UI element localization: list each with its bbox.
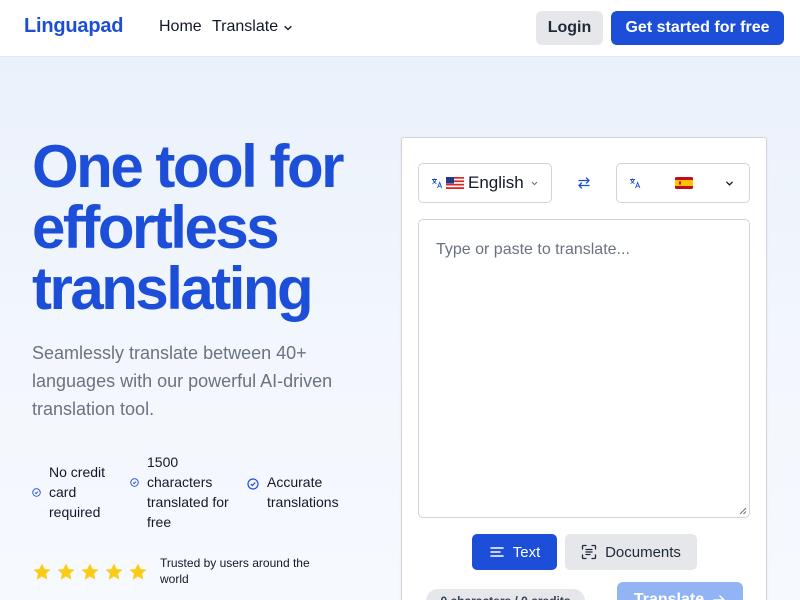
hero-title: One tool for effortless translating <box>32 133 344 322</box>
top-nav-bar: Linguapad Home Translate Login Get start… <box>0 0 800 57</box>
star-icon <box>33 563 51 580</box>
source-language-label: English <box>468 173 524 192</box>
logo[interactable]: Linguapad <box>24 15 124 38</box>
nav-translate-label: Translate <box>212 18 279 35</box>
spain-flag-icon <box>675 177 693 189</box>
trusted-text: Trusted by users around the world <box>160 556 310 586</box>
documents-mode-label: Documents <box>605 543 681 561</box>
target-language-select[interactable] <box>616 163 750 203</box>
star-icon <box>57 563 75 580</box>
translate-icon <box>630 178 641 189</box>
text-mode-button[interactable]: Text <box>472 534 557 570</box>
chevron-down-icon <box>284 25 292 31</box>
arrow-right-icon <box>713 595 725 600</box>
feature-free-characters: 1500 characters translated for free <box>130 452 230 532</box>
source-text-input[interactable] <box>418 219 750 518</box>
chevron-down-icon <box>726 181 733 186</box>
text-mode-label: Text <box>512 543 541 561</box>
login-button[interactable]: Login <box>536 11 603 45</box>
feature-text: Accurate translations <box>267 474 339 510</box>
us-flag-icon <box>446 177 464 189</box>
documents-mode-button[interactable]: Documents <box>565 534 697 570</box>
source-language-select[interactable]: English <box>418 163 552 203</box>
feature-text: No credit card required <box>49 464 106 520</box>
star-icon <box>129 563 147 580</box>
feature-text: 1500 characters translated for free <box>147 454 229 530</box>
check-circle-icon <box>130 478 139 487</box>
check-circle-icon <box>247 478 259 490</box>
nav-home-link[interactable]: Home <box>159 18 202 36</box>
rating-stars <box>32 562 148 582</box>
star-icon <box>81 563 99 580</box>
check-circle-icon <box>32 488 41 497</box>
translate-icon <box>432 178 443 189</box>
chevron-down-icon <box>531 181 538 185</box>
get-started-button[interactable]: Get started for free <box>611 11 784 45</box>
translate-button[interactable]: Translate <box>617 582 743 600</box>
translate-button-label: Translate <box>633 591 705 600</box>
document-scan-icon <box>581 544 597 560</box>
character-counter-badge: 0 characters / 0 credits <box>426 589 585 600</box>
feature-accurate: Accurate translations <box>247 472 357 512</box>
translator-card: English Text Documents 0 characters / 0 … <box>401 137 767 600</box>
hero-subtitle: Seamlessly translate between 40+ languag… <box>32 343 333 419</box>
star-icon <box>105 563 123 580</box>
text-lines-icon <box>489 547 504 557</box>
nav-translate-dropdown[interactable]: Translate <box>212 18 293 36</box>
swap-arrows-icon[interactable] <box>576 175 592 191</box>
feature-no-credit-card: No credit card required <box>32 462 122 522</box>
